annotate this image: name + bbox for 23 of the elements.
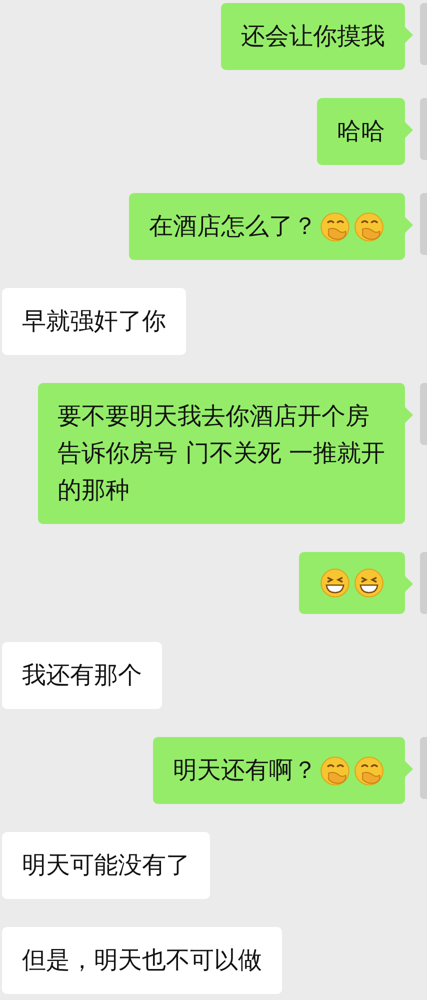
hand-over-mouth-emoji-icon: [319, 754, 351, 786]
message-text: 在酒店怎么了？: [149, 211, 317, 242]
hand-over-mouth-emoji-icon: [353, 754, 385, 786]
avatar[interactable]: [420, 737, 427, 799]
message-text: 哈哈: [337, 116, 385, 147]
avatar[interactable]: [420, 383, 427, 445]
grinning-emoji-icon: [353, 567, 385, 599]
message-text: 但是，明天也不可以做: [22, 945, 262, 976]
message-text: 告诉你房号 门不关死 一推就开: [58, 438, 385, 469]
avatar[interactable]: [420, 193, 427, 255]
hand-over-mouth-emoji-icon: [319, 210, 351, 242]
grinning-emoji-icon: [319, 567, 351, 599]
avatar[interactable]: [420, 98, 427, 160]
hand-over-mouth-emoji-icon: [353, 210, 385, 242]
avatar[interactable]: [420, 552, 427, 614]
message-text: 要不要明天我去你酒店开个房: [58, 401, 371, 432]
message-text: 明天还有啊？: [173, 755, 317, 786]
message-text: 的那种: [58, 475, 131, 506]
message-text: 我还有那个: [22, 660, 142, 691]
message-text: 还会让你摸我: [241, 21, 385, 52]
message-text: 早就强奸了你: [22, 306, 166, 337]
message-text: 明天可能没有了: [22, 850, 190, 881]
avatar[interactable]: [420, 3, 427, 65]
